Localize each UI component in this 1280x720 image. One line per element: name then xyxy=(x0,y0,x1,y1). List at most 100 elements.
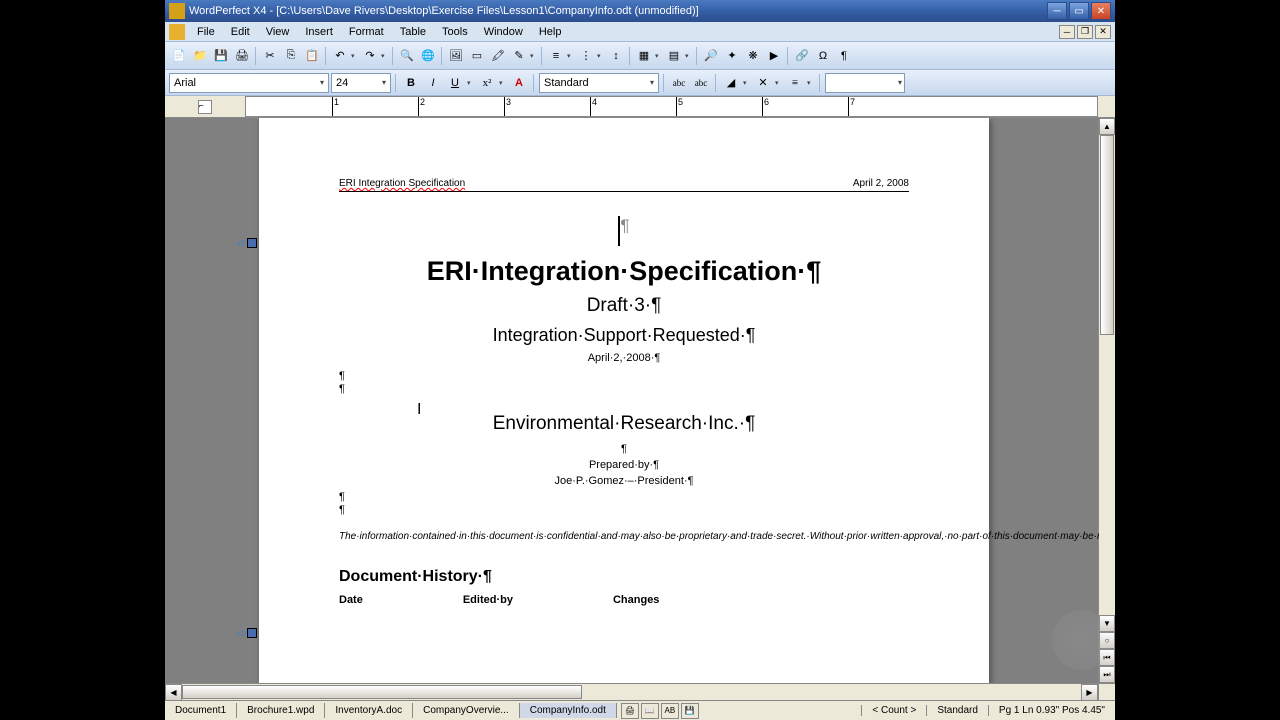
margin-marker-1[interactable]: ➪ xyxy=(237,236,257,250)
status-print-icon[interactable]: 🖨 xyxy=(621,703,639,719)
print-button[interactable]: 🖨 xyxy=(232,46,252,66)
image-button[interactable]: 🖼 xyxy=(446,46,466,66)
textbox-button[interactable]: ▭ xyxy=(467,46,487,66)
underline-button[interactable]: U xyxy=(445,73,465,93)
document-page[interactable]: ERI Integration Specification April 2, 2… xyxy=(259,118,989,683)
new-button[interactable]: 📄 xyxy=(169,46,189,66)
scroll-up-button[interactable]: ▲ xyxy=(1099,118,1115,135)
close-button[interactable]: ✕ xyxy=(1091,2,1111,20)
status-mode[interactable]: Standard xyxy=(926,705,988,716)
open-button[interactable]: 📁 xyxy=(190,46,210,66)
size-selector[interactable]: 24▾ xyxy=(331,73,391,93)
status-book-icon[interactable]: 📖 xyxy=(641,703,659,719)
scroll-thumb[interactable] xyxy=(1100,135,1114,335)
doc-close[interactable]: ✕ xyxy=(1095,25,1111,39)
bold-button[interactable]: B xyxy=(401,73,421,93)
redo-button[interactable]: ↷ xyxy=(360,46,380,66)
scroll-right-button[interactable]: ▶ xyxy=(1081,684,1098,701)
bullets-dropdown[interactable]: ▾ xyxy=(597,52,605,60)
link-button[interactable]: 🔗 xyxy=(792,46,812,66)
menu-file[interactable]: File xyxy=(189,24,223,40)
abc1-button[interactable]: abc xyxy=(669,73,689,93)
extra-selector[interactable]: ▾ xyxy=(825,73,905,93)
numbering-button[interactable]: ≡ xyxy=(546,46,566,66)
italic-button[interactable]: I xyxy=(423,73,443,93)
minimize-button[interactable]: ─ xyxy=(1047,2,1067,20)
doc-minimize[interactable]: ─ xyxy=(1059,25,1075,39)
underline-dropdown[interactable]: ▾ xyxy=(467,79,475,87)
hscroll-thumb[interactable] xyxy=(182,685,582,699)
reveal-button[interactable]: ¶ xyxy=(834,46,854,66)
status-position: Pg 1 Ln 0.93" Pos 4.45" xyxy=(988,705,1115,716)
macro-button[interactable]: ▶ xyxy=(764,46,784,66)
menu-help[interactable]: Help xyxy=(531,24,570,40)
format-toolbar: Arial▾ 24▾ B I U ▾ x² ▾ A Standard▾ abc … xyxy=(165,70,1115,96)
menu-edit[interactable]: Edit xyxy=(223,24,258,40)
align-button[interactable]: ≡ xyxy=(785,73,805,93)
cut-button[interactable]: ✂ xyxy=(260,46,280,66)
page-header: ERI Integration Specification April 2, 2… xyxy=(339,178,909,192)
clear-button[interactable]: ✕ xyxy=(753,73,773,93)
find-button[interactable]: 🔍 xyxy=(397,46,417,66)
font-selector[interactable]: Arial▾ xyxy=(169,73,329,93)
doc-history-heading: Document·History·¶ xyxy=(339,568,909,586)
fill-button[interactable]: ◢ xyxy=(721,73,741,93)
style-selector[interactable]: Standard▾ xyxy=(539,73,659,93)
doc-tab-2[interactable]: Brochure1.wpd xyxy=(237,703,325,718)
menu-table[interactable]: Table xyxy=(392,24,434,40)
vertical-scrollbar[interactable]: ▲ ▼ ○ ⏮ ⏭ xyxy=(1098,118,1115,683)
undo-dropdown[interactable]: ▾ xyxy=(351,52,359,60)
maximize-button[interactable]: ▭ xyxy=(1069,2,1089,20)
doc-tab-3[interactable]: InventoryA.doc xyxy=(325,703,413,718)
doc-tab-1[interactable]: Document1 xyxy=(165,703,237,718)
super-dropdown[interactable]: ▾ xyxy=(499,79,507,87)
menu-tools[interactable]: Tools xyxy=(434,24,476,40)
super-button[interactable]: x² xyxy=(477,73,497,93)
zoom-button[interactable]: 🔎 xyxy=(701,46,721,66)
fill-dropdown[interactable]: ▾ xyxy=(743,79,751,87)
wp-icon[interactable] xyxy=(169,24,185,40)
columns-button[interactable]: ▦ xyxy=(634,46,654,66)
paste-button[interactable]: 📋 xyxy=(302,46,322,66)
th-edited: Edited·by xyxy=(463,594,513,606)
horizontal-ruler[interactable]: 1 2 3 4 5 6 7 xyxy=(245,96,1098,117)
clear-dropdown[interactable]: ▾ xyxy=(775,79,783,87)
table-dropdown[interactable]: ▾ xyxy=(685,52,693,60)
abc2-button[interactable]: abc xyxy=(691,73,711,93)
tool2-button[interactable]: ❋ xyxy=(743,46,763,66)
doc-restore[interactable]: ❐ xyxy=(1077,25,1093,39)
doc-tab-4[interactable]: CompanyOvervie... xyxy=(413,703,520,718)
next-page-button[interactable]: ⏭ xyxy=(1099,666,1115,683)
doc-tab-5[interactable]: CompanyInfo.odt xyxy=(520,703,617,718)
align-dropdown[interactable]: ▾ xyxy=(807,79,815,87)
status-ab-icon[interactable]: AB xyxy=(661,703,679,719)
web-button[interactable]: 🌐 xyxy=(418,46,438,66)
scroll-left-button[interactable]: ◀ xyxy=(165,684,182,701)
menu-window[interactable]: Window xyxy=(476,24,531,40)
save-button[interactable]: 💾 xyxy=(211,46,231,66)
copy-button[interactable]: ⎘ xyxy=(281,46,301,66)
margin-marker-2[interactable]: ➪ xyxy=(237,626,257,640)
draw-dropdown[interactable]: ▾ xyxy=(530,52,538,60)
columns-dropdown[interactable]: ▾ xyxy=(655,52,663,60)
table-button[interactable]: ▤ xyxy=(664,46,684,66)
para-2: ¶ xyxy=(339,383,909,395)
draw-button[interactable]: ✎ xyxy=(509,46,529,66)
tab-type-button[interactable]: ⌐ xyxy=(198,100,212,114)
menu-insert[interactable]: Insert xyxy=(297,24,341,40)
highlight-button[interactable]: 🖍 xyxy=(488,46,508,66)
header-left: ERI Integration Specification xyxy=(339,178,465,189)
textfx-button[interactable]: A xyxy=(509,73,529,93)
char-button[interactable]: Ω xyxy=(813,46,833,66)
undo-button[interactable]: ↶ xyxy=(330,46,350,66)
status-count[interactable]: < Count > xyxy=(861,705,926,716)
bullets-button[interactable]: ⋮ xyxy=(576,46,596,66)
sort-button[interactable]: ↕ xyxy=(606,46,626,66)
text-cursor-icon: I xyxy=(417,401,418,417)
menu-view[interactable]: View xyxy=(258,24,298,40)
numbering-dropdown[interactable]: ▾ xyxy=(567,52,575,60)
menu-format[interactable]: Format xyxy=(341,24,392,40)
status-save-icon[interactable]: 💾 xyxy=(681,703,699,719)
redo-dropdown[interactable]: ▾ xyxy=(381,52,389,60)
tool1-button[interactable]: ✦ xyxy=(722,46,742,66)
